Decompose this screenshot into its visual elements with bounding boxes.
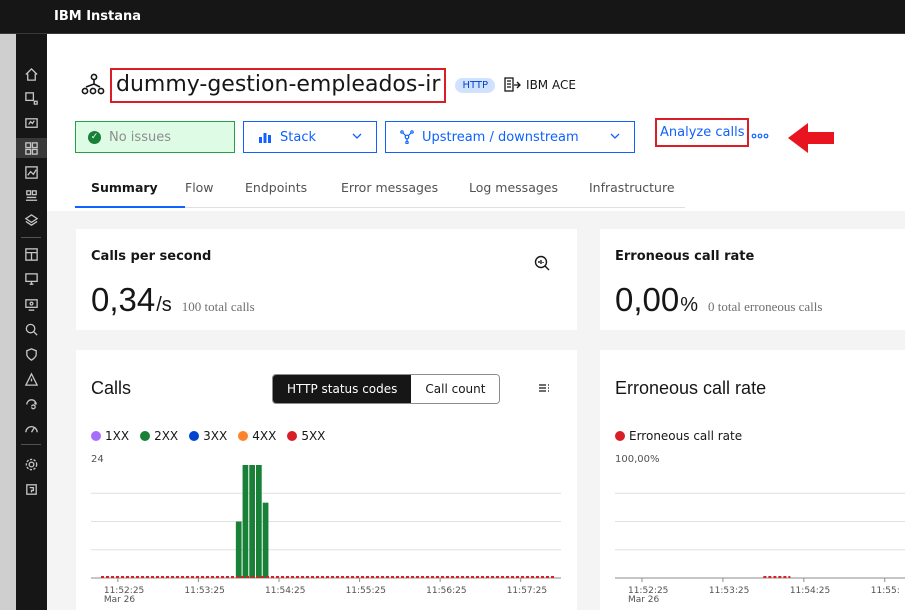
zoom-icon[interactable] xyxy=(533,254,551,272)
tab-summary[interactable]: Summary xyxy=(75,172,185,208)
err-value-row: 0,00 % 0 total erroneous calls xyxy=(615,281,822,319)
x-tick-label: 11:53:25 xyxy=(184,586,224,596)
warning-icon[interactable] xyxy=(16,369,47,389)
app-title: IBM Instana xyxy=(54,9,142,24)
err-value: 0,00 xyxy=(615,281,680,318)
x-tick-label: 11:55:25 xyxy=(346,586,386,596)
gauge-icon[interactable] xyxy=(16,418,47,438)
layers-icon[interactable] xyxy=(16,210,47,230)
tab-bar: Summary Flow Endpoints Error messages Lo… xyxy=(75,172,685,208)
red-arrow-annotation xyxy=(788,123,834,153)
protocol-tag: HTTP xyxy=(455,77,496,93)
upstream-downstream-dropdown[interactable]: Upstream / downstream xyxy=(385,121,635,153)
dashboard-icon[interactable] xyxy=(16,244,47,264)
tab-flow[interactable]: Flow xyxy=(185,172,245,208)
home-icon[interactable] xyxy=(16,64,47,84)
platforms-icon[interactable] xyxy=(16,186,47,206)
cps-unit: /s xyxy=(156,294,172,316)
tab-infrastructure[interactable]: Infrastructure xyxy=(589,172,685,208)
cps-value-row: 0,34 /s 100 total calls xyxy=(91,281,255,319)
x-tick-label: 11:57:25 xyxy=(507,586,547,596)
erroneous-rate-card: Erroneous call rate 0,00 % 0 total erron… xyxy=(600,229,905,330)
tab-error-messages[interactable]: Error messages xyxy=(341,172,469,208)
analyze-calls-link[interactable]: Analyze calls xyxy=(655,118,750,147)
service-icon xyxy=(81,73,105,95)
left-rail xyxy=(0,34,16,610)
chevron-down-icon xyxy=(352,133,362,139)
stack-icon xyxy=(259,133,271,143)
err-chart[interactable]: 11:52:25Mar 2611:53:25 11:54:25 11:55: xyxy=(600,350,905,610)
services-icon[interactable] xyxy=(16,138,47,158)
cps-total: 100 total calls xyxy=(181,299,255,314)
technology-text: IBM ACE xyxy=(526,78,576,92)
status-label: No issues xyxy=(109,129,171,145)
tab-endpoints[interactable]: Endpoints xyxy=(245,172,341,208)
analytics-icon[interactable] xyxy=(16,162,47,182)
err-unit: % xyxy=(680,294,699,316)
calls-per-second-card: Calls per second 0,34 /s 100 total calls xyxy=(76,229,577,330)
technology-label: IBM ACE xyxy=(504,77,576,93)
technology-icon xyxy=(504,77,521,92)
bar-2xx xyxy=(262,502,269,578)
tab-log-messages[interactable]: Log messages xyxy=(469,172,589,208)
title-row: dummy-gestion-empleados-ir HTTP IBM ACE xyxy=(80,67,576,103)
erroneous-chart-card: Erroneous call rate Erroneous call rate … xyxy=(600,350,905,610)
x-tick-label: 11:55: xyxy=(871,586,900,596)
err-total: 0 total erroneous calls xyxy=(708,299,823,314)
updown-label: Upstream / downstream xyxy=(422,129,579,145)
side-nav xyxy=(16,34,47,610)
topology-icon xyxy=(400,130,414,144)
bar-2xx xyxy=(235,521,242,578)
settings-icon[interactable] xyxy=(16,454,47,474)
cps-title: Calls per second xyxy=(91,249,212,264)
bar-2xx xyxy=(242,465,249,578)
bar-2xx xyxy=(249,465,255,578)
applications-icon[interactable] xyxy=(16,113,47,133)
service-name: dummy-gestion-empleados-ir xyxy=(110,67,447,103)
calls-chart[interactable]: 11:52:25Mar 2611:53:25 11:54:25 11:55:25 11… xyxy=(76,350,577,610)
infrastructure-icon[interactable] xyxy=(16,269,47,289)
chevron-down-icon xyxy=(610,133,620,139)
cps-value: 0,34 xyxy=(91,281,156,318)
stack-dropdown[interactable]: Stack xyxy=(243,121,377,153)
x-tick-label: 11:56:25 xyxy=(426,586,466,596)
bar-2xx xyxy=(256,465,262,578)
err-title: Erroneous call rate xyxy=(615,249,755,264)
search-icon[interactable] xyxy=(16,319,47,339)
top-bar: IBM Instana xyxy=(0,0,905,34)
help-icon[interactable] xyxy=(16,479,47,499)
automation-icon[interactable] xyxy=(16,394,47,414)
x-tick-label: 11:54:25 xyxy=(790,586,830,596)
check-icon: ✓ xyxy=(88,130,101,144)
status-button[interactable]: ✓ No issues xyxy=(75,121,235,153)
x-date-label: Mar 26 xyxy=(104,595,136,605)
websites-icon[interactable] xyxy=(16,88,47,108)
x-date-label: Mar 26 xyxy=(628,595,660,605)
hosts-icon[interactable] xyxy=(16,294,47,314)
calls-chart-card: Calls HTTP status codes Call count 1XX 2… xyxy=(76,350,577,610)
shield-icon[interactable] xyxy=(16,344,47,364)
stack-label: Stack xyxy=(280,129,316,145)
x-tick-label: 11:54:25 xyxy=(265,586,305,596)
x-tick-label: 11:53:25 xyxy=(709,586,749,596)
analyze-dots-icon[interactable] xyxy=(751,131,769,141)
